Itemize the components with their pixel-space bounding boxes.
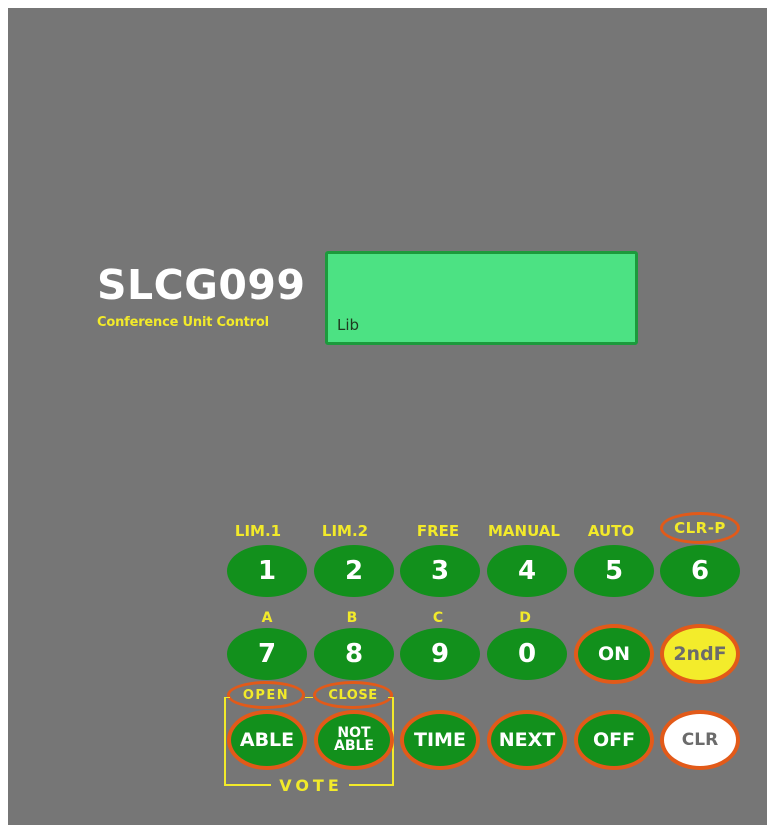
off-button[interactable]: OFF — [574, 710, 654, 770]
key-2[interactable]: 2 — [314, 545, 394, 597]
label-b: B — [346, 610, 358, 626]
key-6[interactable]: 6 — [660, 545, 740, 597]
label-lim1: LIM.1 — [234, 522, 282, 540]
clr-button[interactable]: CLR — [660, 710, 740, 770]
key-9[interactable]: 9 — [400, 628, 480, 680]
key-5[interactable]: 5 — [574, 545, 654, 597]
vote-label: VOTE — [279, 776, 343, 795]
second-function-button[interactable]: 2ndF — [660, 624, 740, 684]
next-button[interactable]: NEXT — [487, 710, 567, 770]
brand-subtitle: Conference Unit Control — [97, 315, 269, 330]
label-c: C — [432, 610, 444, 626]
not-able-line-2: ABLE — [334, 738, 374, 754]
key-1[interactable]: 1 — [227, 545, 307, 597]
key-8[interactable]: 8 — [314, 628, 394, 680]
label-free: FREE — [416, 522, 460, 540]
key-4[interactable]: 4 — [487, 545, 567, 597]
label-auto: AUTO — [587, 522, 635, 540]
key-7[interactable]: 7 — [227, 628, 307, 680]
label-a: A — [261, 610, 273, 626]
not-able-button[interactable]: NOT ABLE — [314, 710, 394, 770]
label-d: D — [519, 610, 531, 626]
label-lim2: LIM.2 — [321, 522, 369, 540]
lcd-display-text: Lib — [337, 316, 360, 334]
on-button[interactable]: ON — [574, 624, 654, 684]
key-3[interactable]: 3 — [400, 545, 480, 597]
lcd-display: Lib — [325, 251, 638, 345]
key-0[interactable]: 0 — [487, 628, 567, 680]
label-clr-p: CLR-P — [660, 512, 740, 544]
able-button[interactable]: ABLE — [227, 710, 307, 770]
label-manual: MANUAL — [488, 522, 560, 540]
brand-title: SLCG099 — [97, 261, 306, 309]
time-button[interactable]: TIME — [400, 710, 480, 770]
